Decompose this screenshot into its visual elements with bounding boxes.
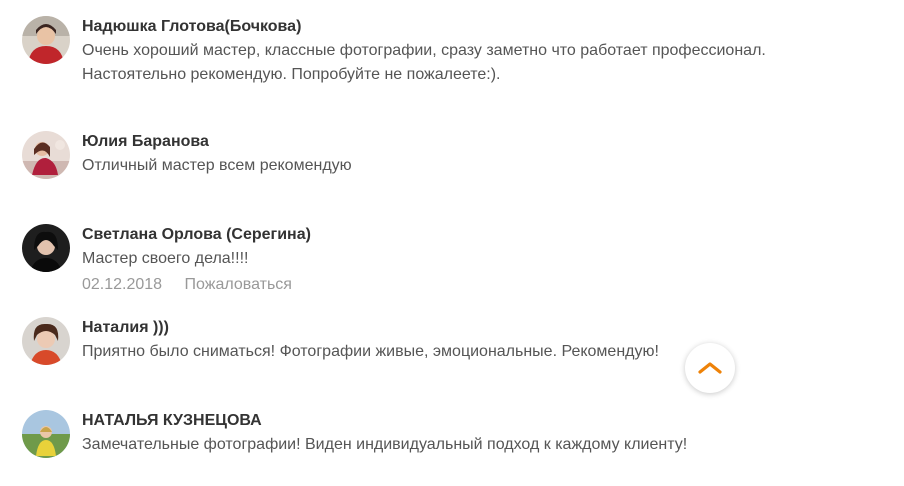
avatar[interactable] (22, 410, 70, 458)
comment-item: Наталия ))) Приятно было сниматься! Фото… (22, 317, 894, 365)
avatar[interactable] (22, 16, 70, 64)
comment-item: Светлана Орлова (Серегина) Мастер своего… (22, 224, 894, 296)
chevron-up-icon (698, 362, 722, 374)
avatar[interactable] (22, 317, 70, 365)
avatar-photo-icon (22, 224, 70, 272)
comment-text: Приятно было сниматься! Фотографии живые… (82, 343, 659, 360)
avatar-photo-icon (22, 317, 70, 365)
comment-author[interactable]: Светлана Орлова (Серегина) (82, 225, 311, 245)
avatar[interactable] (22, 131, 70, 179)
avatar[interactable] (22, 224, 70, 272)
comment-item: НАТАЛЬЯ КУЗНЕЦОВА Замечательные фотограф… (22, 410, 894, 458)
comment-text: Мастер своего дела!!!! (82, 250, 249, 267)
avatar-photo-icon (22, 410, 70, 458)
comment-meta: 02.12.2018 Пожаловаться (82, 274, 311, 296)
avatar-photo-icon (22, 131, 70, 179)
comment-text: Отличный мастер всем рекомендую (82, 157, 352, 174)
comment-text: Очень хороший мастер, классные фотографи… (82, 42, 766, 83)
comment-date: 02.12.2018 (82, 276, 163, 293)
avatar-photo-icon (22, 16, 70, 64)
comment-text: Замечательные фотографии! Виден индивиду… (82, 436, 688, 453)
comment-author[interactable]: Юлия Баранова (82, 132, 352, 152)
comment-author[interactable]: НАТАЛЬЯ КУЗНЕЦОВА (82, 411, 687, 431)
comment-item: Надюшка Глотова(Бочкова) Очень хороший м… (22, 16, 894, 87)
comment-item: Юлия Баранова Отличный мастер всем реком… (22, 131, 894, 179)
scroll-to-top-button[interactable] (685, 343, 735, 393)
report-link[interactable]: Пожаловаться (185, 276, 292, 293)
comment-author[interactable]: Надюшка Глотова(Бочкова) (82, 17, 766, 37)
comment-author[interactable]: Наталия ))) (82, 318, 659, 338)
